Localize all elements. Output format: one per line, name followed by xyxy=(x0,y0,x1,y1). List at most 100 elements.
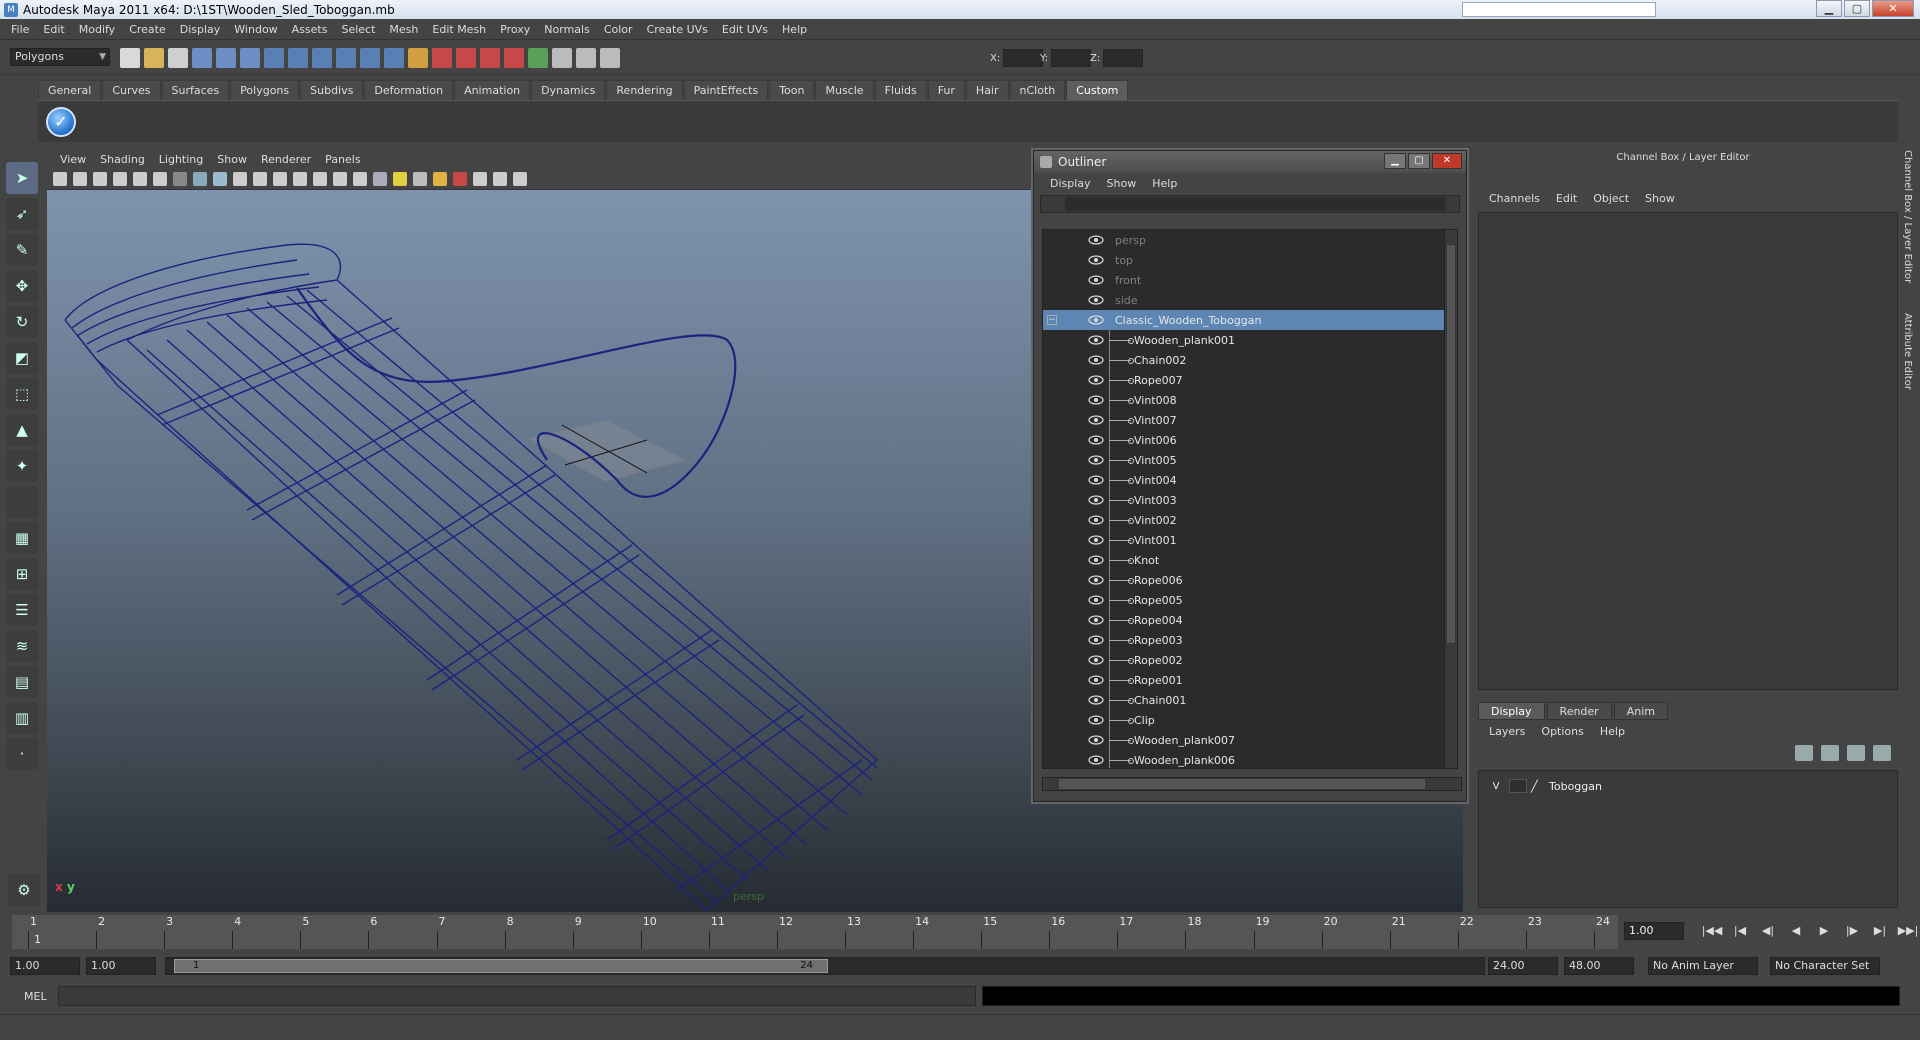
menu-help[interactable]: Help xyxy=(775,23,814,36)
mode-selector[interactable]: Polygons ▼ xyxy=(10,48,110,66)
menu-create-uvs[interactable]: Create UVs xyxy=(640,23,715,36)
outliner-hscroll[interactable] xyxy=(1042,777,1462,791)
tab-ncloth[interactable]: nCloth xyxy=(1009,80,1066,100)
tab-anim[interactable]: Anim xyxy=(1613,702,1668,720)
step-back-key-icon[interactable]: |◀ xyxy=(1726,922,1754,940)
outliner-child-row[interactable]: Rope001 xyxy=(1043,670,1446,690)
four-pane-layout-icon[interactable]: ⊞ xyxy=(6,558,38,590)
paint-select-icon[interactable]: ✎ xyxy=(6,234,38,266)
grid-icon[interactable] xyxy=(173,171,187,186)
outliner-camera-row[interactable]: front xyxy=(1043,270,1446,290)
tab-fur[interactable]: Fur xyxy=(927,80,965,100)
tab-toon[interactable]: Toon xyxy=(769,80,815,100)
outliner-child-row[interactable]: Rope004 xyxy=(1043,610,1446,630)
open-scene-icon[interactable] xyxy=(144,48,164,68)
menu-assets[interactable]: Assets xyxy=(285,23,335,36)
step-forward-frame-icon[interactable]: |▶ xyxy=(1838,922,1866,940)
outliner-maximize-button[interactable]: ▢ xyxy=(1408,153,1430,169)
render-layout-icon[interactable]: ▥ xyxy=(6,702,38,734)
hypershade-layout-icon[interactable]: ▤ xyxy=(6,666,38,698)
snap-point-icon[interactable] xyxy=(312,48,332,68)
layer-visibility-toggle[interactable]: V xyxy=(1487,781,1505,792)
outliner-child-row[interactable]: Clip xyxy=(1043,710,1446,730)
snap-live-icon[interactable] xyxy=(360,48,380,68)
viewport-menu-panels[interactable]: Panels xyxy=(318,153,367,166)
select-object-icon[interactable] xyxy=(216,48,236,68)
collapse-icon[interactable]: − xyxy=(1047,315,1057,325)
tab-dynamics[interactable]: Dynamics xyxy=(531,80,606,100)
layer-menu-layers[interactable]: Layers xyxy=(1481,725,1533,738)
viewport-menu-show[interactable]: Show xyxy=(210,153,254,166)
menu-mesh[interactable]: Mesh xyxy=(382,23,425,36)
outliner-child-row[interactable]: Wooden_plank007 xyxy=(1043,730,1446,750)
select-hierarchy-icon[interactable] xyxy=(192,48,212,68)
ipr-render-icon[interactable] xyxy=(480,48,500,68)
outliner-child-row[interactable]: Chain002 xyxy=(1043,350,1446,370)
tab-hair[interactable]: Hair xyxy=(965,80,1009,100)
outliner-child-row[interactable]: Vint004 xyxy=(1043,470,1446,490)
history-icon[interactable] xyxy=(384,48,404,68)
outliner-minimize-button[interactable]: ▁ xyxy=(1384,153,1406,169)
outliner-group-row[interactable]: Classic_Wooden_Toboggan − xyxy=(1043,310,1446,330)
outliner-child-row[interactable]: Rope005 xyxy=(1043,590,1446,610)
layer-color-icon[interactable]: ╱ xyxy=(1531,780,1545,793)
isolate-icon[interactable] xyxy=(313,171,327,186)
menu-color[interactable]: Color xyxy=(597,23,640,36)
z-field[interactable]: Z: xyxy=(1090,49,1144,67)
tab-fluids[interactable]: Fluids xyxy=(874,80,927,100)
channel-menu-edit[interactable]: Edit xyxy=(1548,192,1585,205)
gear-icon[interactable]: ⚙ xyxy=(8,874,40,906)
outliner-filter-input[interactable] xyxy=(1065,197,1445,211)
menu-normals[interactable]: Normals xyxy=(537,23,597,36)
soft-mod-icon[interactable]: ▲ xyxy=(6,414,38,446)
render-frame-icon[interactable] xyxy=(456,48,476,68)
playback-end-field[interactable]: 24.00 xyxy=(1488,957,1558,975)
outliner-child-row[interactable]: Vint003 xyxy=(1043,490,1446,510)
bookmark-icon[interactable] xyxy=(93,171,107,186)
outliner-child-row[interactable]: Vint007 xyxy=(1043,410,1446,430)
outliner-child-row[interactable]: Knot xyxy=(1043,550,1446,570)
attribute-editor-icon[interactable] xyxy=(576,48,596,68)
play-back-icon[interactable]: ◀ xyxy=(1782,922,1810,940)
select-tool-icon[interactable]: ➤ xyxy=(6,162,38,194)
y-input[interactable] xyxy=(1051,49,1092,67)
new-layer-empty-icon[interactable] xyxy=(1795,745,1813,761)
viewport-menu-lighting[interactable]: Lighting xyxy=(152,153,210,166)
tab-subdivs[interactable]: Subdivs xyxy=(300,80,364,100)
close-button[interactable]: ✕ xyxy=(1872,0,1914,17)
tab-curves[interactable]: Curves xyxy=(102,80,161,100)
outliner-titlebar[interactable]: Outliner ▁ ▢ ✕ xyxy=(1034,151,1466,173)
single-pane-layout-icon[interactable]: ▦ xyxy=(6,522,38,554)
menu-file[interactable]: File xyxy=(4,23,36,36)
new-scene-icon[interactable] xyxy=(120,48,140,68)
outliner-vscroll[interactable] xyxy=(1444,229,1458,769)
rotate-tool-icon[interactable]: ↻ xyxy=(6,306,38,338)
menu-proxy[interactable]: Proxy xyxy=(493,23,537,36)
layer-menu-options[interactable]: Options xyxy=(1533,725,1591,738)
outliner-child-row[interactable]: Vint005 xyxy=(1043,450,1446,470)
snap-plane-icon[interactable] xyxy=(336,48,356,68)
outliner-menu-display[interactable]: Display xyxy=(1042,177,1099,190)
outliner-hscroll-thumb[interactable] xyxy=(1059,779,1425,789)
maximize-button[interactable]: ▢ xyxy=(1844,0,1870,17)
channel-menu-object[interactable]: Object xyxy=(1585,192,1637,205)
layer-menu-help[interactable]: Help xyxy=(1592,725,1633,738)
xray-joints-icon[interactable] xyxy=(353,171,367,186)
manipulator-tool-icon[interactable]: ⬚ xyxy=(6,378,38,410)
playback-start-field[interactable]: 1.00 xyxy=(86,957,156,975)
grease-pencil-icon[interactable] xyxy=(473,171,487,186)
tab-muscle[interactable]: Muscle xyxy=(815,80,874,100)
outliner-child-row[interactable]: Rope006 xyxy=(1043,570,1446,590)
menu-display[interactable]: Display xyxy=(173,23,228,36)
camera-icon[interactable] xyxy=(53,171,67,186)
step-forward-key-icon[interactable]: ▶| xyxy=(1866,922,1894,940)
menu-modify[interactable]: Modify xyxy=(72,23,122,36)
menu-select[interactable]: Select xyxy=(334,23,382,36)
resolution-gate-icon[interactable] xyxy=(153,171,167,186)
outliner-menu-show[interactable]: Show xyxy=(1099,177,1145,190)
tab-deformation[interactable]: Deformation xyxy=(364,80,454,100)
tool-settings-icon[interactable] xyxy=(600,48,620,68)
outliner-close-button[interactable]: ✕ xyxy=(1432,153,1462,169)
lasso-tool-icon[interactable]: ➶ xyxy=(6,198,38,230)
tab-animation[interactable]: Animation xyxy=(454,80,531,100)
